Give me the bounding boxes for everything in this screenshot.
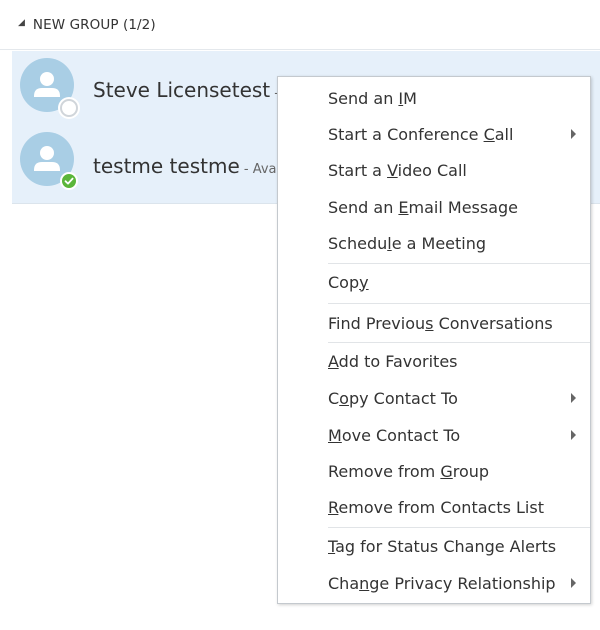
- menu-change-privacy[interactable]: Change Privacy Relationship: [278, 565, 590, 601]
- checkmark-icon: [64, 177, 74, 185]
- collapse-triangle-icon[interactable]: ◢: [18, 19, 25, 28]
- menu-label-part: Send an: [328, 88, 399, 108]
- menu-accelerator-key: V: [387, 160, 398, 180]
- menu-remove-from-contacts[interactable]: Remove from Contacts List: [278, 489, 590, 525]
- menu-item-label: Find Previous Conversations: [328, 314, 553, 333]
- submenu-arrow-icon: [571, 393, 576, 403]
- menu-item-label: Start a Conference Call: [328, 125, 513, 144]
- menu-find-previous-conversations[interactable]: Find Previous Conversations: [278, 305, 590, 341]
- menu-label-part: Start a: [328, 160, 388, 180]
- menu-item-label: Start a Video Call: [328, 161, 467, 180]
- menu-accelerator-key: n: [359, 573, 370, 593]
- menu-item-label: Schedule a Meeting: [328, 234, 486, 253]
- menu-separator: [328, 527, 590, 528]
- menu-start-video-call[interactable]: Start a Video Call: [278, 152, 590, 188]
- context-menu: Send an IM Start a Conference Call Start a…: [277, 76, 591, 604]
- menu-label-part: Remove from: [328, 461, 441, 481]
- menu-separator: [328, 303, 590, 304]
- menu-label-part: C: [328, 388, 340, 408]
- menu-label-part: Start a Conference: [328, 124, 484, 144]
- menu-item-label: Send an IM: [328, 89, 417, 108]
- menu-schedule-meeting[interactable]: Schedule a Meeting: [278, 225, 590, 261]
- menu-accelerator-key: s: [425, 313, 434, 333]
- menu-item-label: Remove from Contacts List: [328, 498, 544, 517]
- menu-label-part: emove from Contacts List: [338, 497, 544, 517]
- contact-name-text: testme testme: [93, 154, 240, 178]
- menu-item-label: Remove from Group: [328, 462, 489, 481]
- menu-item-label: Copy: [328, 273, 369, 292]
- menu-label-part: all: [494, 124, 514, 144]
- menu-accelerator-key: E: [398, 197, 409, 217]
- menu-move-contact-to[interactable]: Move Contact To: [278, 417, 590, 453]
- menu-label-part: roup: [452, 461, 490, 481]
- menu-item-label: Move Contact To: [328, 426, 460, 445]
- menu-add-to-favorites[interactable]: Add to Favorites: [278, 343, 590, 379]
- menu-label-part: e a Meeting: [391, 233, 487, 253]
- menu-label-part: M: [403, 88, 417, 108]
- menu-label-part: py Contact To: [348, 388, 458, 408]
- menu-label-part: ideo Call: [397, 160, 467, 180]
- menu-accelerator-key: o: [339, 388, 349, 408]
- menu-label-part: Cha: [328, 573, 360, 593]
- menu-label-part: ag for Status Change Alerts: [335, 536, 557, 556]
- submenu-arrow-icon: [571, 129, 576, 139]
- group-title: NEW GROUP (1/2): [32, 16, 156, 33]
- menu-accelerator-key: A: [328, 351, 339, 371]
- group-header[interactable]: ◢ NEW GROUP (1/2): [0, 0, 600, 50]
- menu-accelerator-key: C: [483, 124, 495, 144]
- menu-label-part: dd to Favorites: [338, 351, 458, 371]
- menu-copy[interactable]: Copy: [278, 264, 590, 300]
- menu-accelerator-key: M: [328, 425, 342, 445]
- submenu-arrow-icon: [571, 578, 576, 588]
- contact-status: - Ava: [239, 162, 277, 177]
- contacts-window: ◢ NEW GROUP (1/2) Steve Licensetest - te…: [0, 0, 600, 630]
- menu-separator: [328, 342, 590, 343]
- menu-label-part: ove Contact To: [341, 425, 461, 445]
- menu-separator: [328, 263, 590, 264]
- menu-label-part: Schedu: [328, 233, 388, 253]
- menu-label-part: ge Privacy Relationship: [369, 573, 556, 593]
- menu-item-label: Add to Favorites: [328, 352, 458, 371]
- submenu-arrow-icon: [571, 430, 576, 440]
- menu-start-conference-call[interactable]: Start a Conference Call: [278, 116, 590, 152]
- contact-name: testme testme - Ava: [93, 154, 277, 178]
- menu-label-part: Find Previou: [328, 313, 426, 333]
- menu-item-label: Change Privacy Relationship: [328, 574, 556, 593]
- menu-accelerator-key: G: [440, 461, 453, 481]
- menu-send-im[interactable]: Send an IM: [278, 80, 590, 116]
- menu-label-part: Send an: [328, 197, 399, 217]
- contact-name: Steve Licensetest -: [93, 78, 279, 102]
- menu-accelerator-key: R: [328, 497, 339, 517]
- contact-name-text: Steve Licensetest: [93, 78, 271, 102]
- menu-label-part: Conversations: [433, 313, 553, 333]
- menu-item-label: Copy Contact To: [328, 389, 458, 408]
- menu-send-email[interactable]: Send an Email Message: [278, 189, 590, 225]
- presence-available-icon: [60, 172, 78, 190]
- menu-accelerator-key: y: [359, 272, 369, 292]
- menu-remove-from-group[interactable]: Remove from Group: [278, 453, 590, 489]
- menu-label-part: mail Message: [408, 197, 519, 217]
- menu-item-label: Tag for Status Change Alerts: [328, 537, 556, 556]
- menu-tag-status-alerts[interactable]: Tag for Status Change Alerts: [278, 528, 590, 564]
- presence-offline-icon: [60, 99, 78, 117]
- menu-copy-contact-to[interactable]: Copy Contact To: [278, 380, 590, 416]
- menu-label-part: Cop: [328, 272, 360, 292]
- menu-item-label: Send an Email Message: [328, 198, 518, 217]
